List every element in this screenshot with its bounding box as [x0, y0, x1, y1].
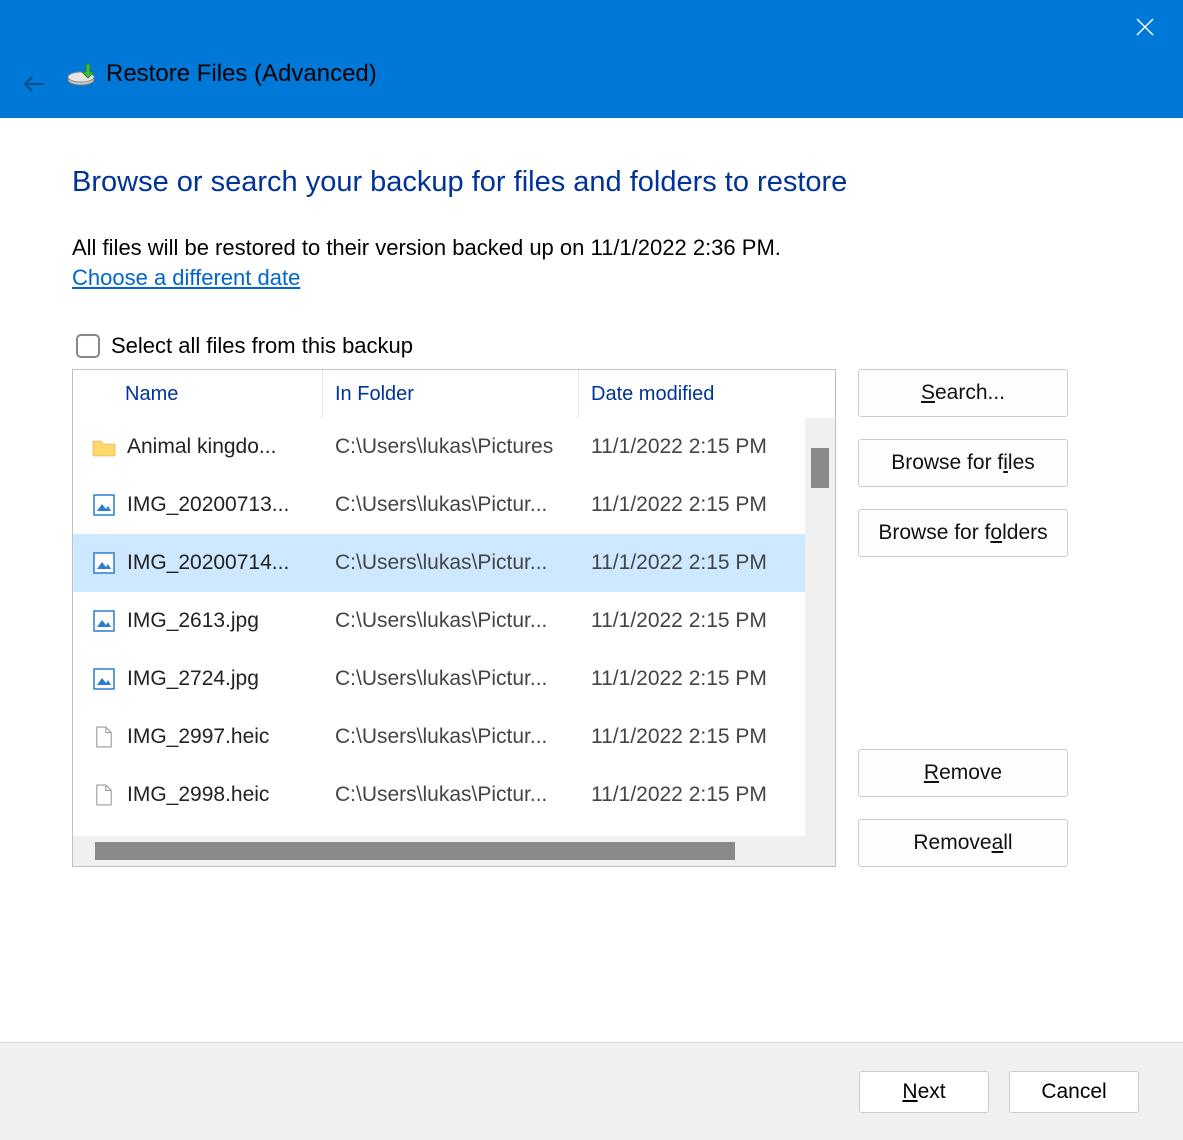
- file-list[interactable]: Name In Folder Date modified Animal king…: [72, 369, 836, 867]
- table-row[interactable]: IMG_2613.jpgC:\Users\lukas\Pictur...11/1…: [73, 592, 805, 650]
- file-folder: C:\Users\lukas\Pictur...: [323, 725, 579, 749]
- table-row[interactable]: IMG_20200713...C:\Users\lukas\Pictur...1…: [73, 476, 805, 534]
- remove-all-button[interactable]: Remove all: [858, 819, 1068, 867]
- file-date: 11/1/2022 2:15 PM: [579, 667, 805, 691]
- file-folder: C:\Users\lukas\Pictur...: [323, 493, 579, 517]
- file-date: 11/1/2022 2:15 PM: [579, 493, 805, 517]
- search-button[interactable]: Search...: [858, 369, 1068, 417]
- column-header-name[interactable]: Name: [73, 370, 323, 418]
- table-row[interactable]: IMG_2724.jpgC:\Users\lukas\Pictur...11/1…: [73, 650, 805, 708]
- window-title: Restore Files (Advanced): [106, 60, 377, 88]
- browse-folders-button[interactable]: Browse for folders: [858, 509, 1068, 557]
- file-date: 11/1/2022 2:15 PM: [579, 551, 805, 575]
- folder-icon: [91, 434, 117, 460]
- image-icon: [91, 492, 117, 518]
- back-button: [18, 68, 50, 100]
- vertical-scrollbar[interactable]: [805, 418, 835, 836]
- file-folder: C:\Users\lukas\Pictur...: [323, 551, 579, 575]
- horizontal-scrollbar[interactable]: [73, 836, 805, 866]
- vertical-scroll-thumb[interactable]: [811, 448, 829, 488]
- list-header: Name In Folder Date modified: [73, 370, 835, 418]
- horizontal-scroll-thumb[interactable]: [95, 842, 735, 860]
- table-row[interactable]: IMG_2997.heicC:\Users\lukas\Pictur...11/…: [73, 708, 805, 766]
- table-row[interactable]: Animal kingdo...C:\Users\lukas\Pictures1…: [73, 418, 805, 476]
- title-bar: Restore Files (Advanced): [0, 0, 1183, 118]
- select-all-label: Select all files from this backup: [111, 333, 413, 359]
- file-name: IMG_2997.heic: [127, 725, 323, 749]
- page-heading: Browse or search your backup for files a…: [72, 166, 1125, 199]
- column-header-folder[interactable]: In Folder: [323, 370, 579, 418]
- file-name: IMG_20200714...: [127, 551, 323, 575]
- restore-icon: [66, 62, 96, 86]
- file-name: IMG_20200713...: [127, 493, 323, 517]
- file-name: IMG_2724.jpg: [127, 667, 323, 691]
- file-folder: C:\Users\lukas\Pictur...: [323, 783, 579, 807]
- image-icon: [91, 666, 117, 692]
- file-date: 11/1/2022 2:15 PM: [579, 609, 805, 633]
- file-name: IMG_2613.jpg: [127, 609, 323, 633]
- side-button-group: Search... Browse for files Browse for fo…: [858, 369, 1068, 867]
- cancel-button[interactable]: Cancel: [1009, 1071, 1139, 1113]
- table-row[interactable]: IMG_2998.heicC:\Users\lukas\Pictur...11/…: [73, 766, 805, 824]
- file-name: Animal kingdo...: [127, 435, 323, 459]
- file-date: 11/1/2022 2:15 PM: [579, 725, 805, 749]
- file-folder: C:\Users\lukas\Pictures: [323, 435, 579, 459]
- column-header-date[interactable]: Date modified: [579, 370, 835, 418]
- info-text: All files will be restored to their vers…: [72, 235, 1125, 261]
- file-icon: [91, 724, 117, 750]
- file-folder: C:\Users\lukas\Pictur...: [323, 609, 579, 633]
- content-area: Browse or search your backup for files a…: [0, 118, 1183, 1042]
- remove-button[interactable]: Remove: [858, 749, 1068, 797]
- file-date: 11/1/2022 2:15 PM: [579, 435, 805, 459]
- close-icon: [1136, 18, 1154, 36]
- file-name: IMG_2998.heic: [127, 783, 323, 807]
- choose-date-link[interactable]: Choose a different date: [72, 265, 300, 291]
- scroll-corner: [805, 836, 835, 866]
- close-button[interactable]: [1125, 12, 1165, 42]
- next-button[interactable]: Next: [859, 1071, 989, 1113]
- footer: Next Cancel: [0, 1042, 1183, 1140]
- image-icon: [91, 550, 117, 576]
- image-icon: [91, 608, 117, 634]
- file-date: 11/1/2022 2:15 PM: [579, 783, 805, 807]
- browse-files-button[interactable]: Browse for files: [858, 439, 1068, 487]
- file-folder: C:\Users\lukas\Pictur...: [323, 667, 579, 691]
- arrow-left-icon: [22, 72, 46, 96]
- select-all-checkbox[interactable]: [76, 334, 100, 358]
- file-icon: [91, 782, 117, 808]
- table-row[interactable]: IMG_20200714...C:\Users\lukas\Pictur...1…: [73, 534, 805, 592]
